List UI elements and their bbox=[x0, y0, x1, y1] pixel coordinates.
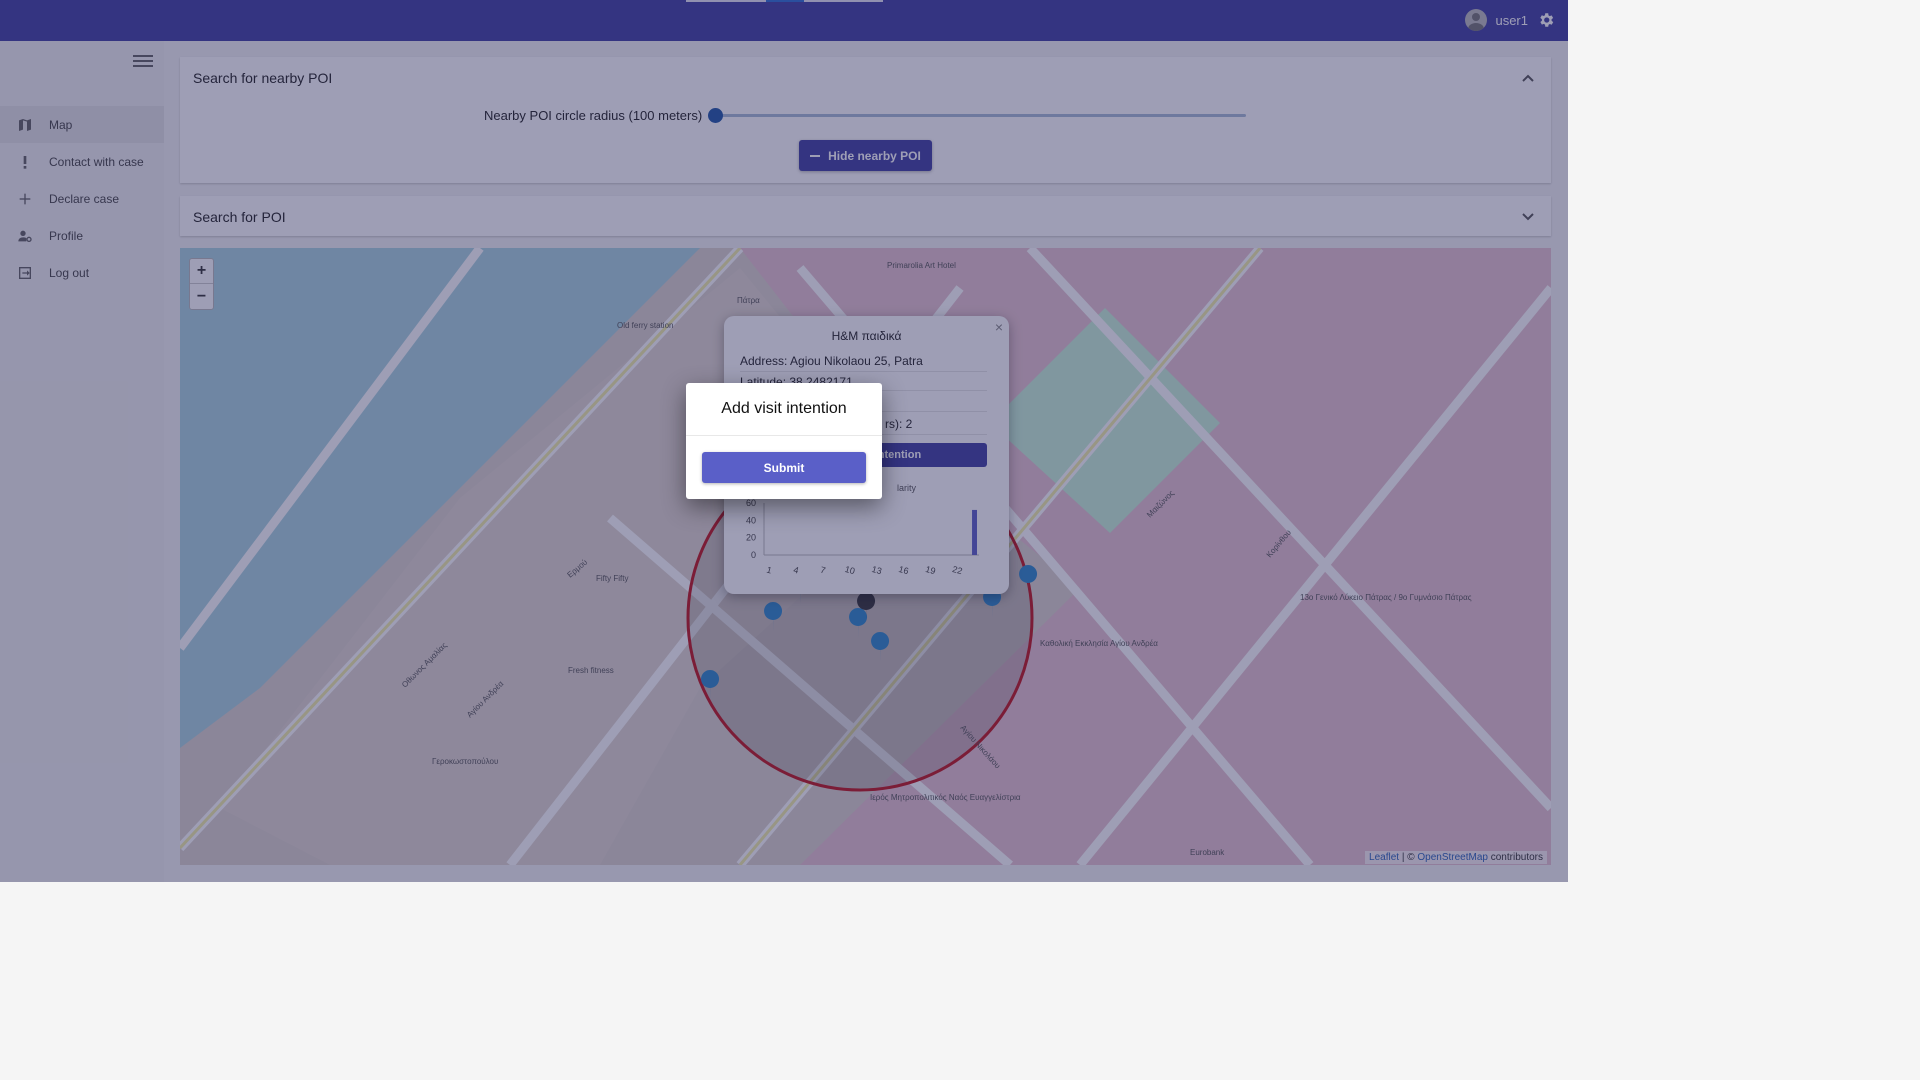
submit-button[interactable]: Submit bbox=[702, 452, 866, 483]
dialog-divider bbox=[686, 435, 882, 436]
visit-intention-dialog: Add visit intention Submit bbox=[686, 383, 882, 499]
dialog-title: Add visit intention bbox=[721, 400, 847, 417]
